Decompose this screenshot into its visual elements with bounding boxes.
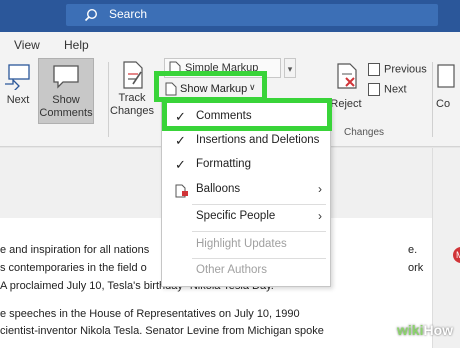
comment-bubble-icon [53,65,79,89]
menu-item-other-authors: Other Authors [196,264,267,276]
tab-help[interactable]: Help [64,38,89,52]
track-changes-label: Track Changes [110,92,155,117]
compare-icon [437,64,455,88]
document-line: cientist-inventor Nikola Tesla. Senator … [0,325,324,337]
document-line: e and inspiration for all nations [0,244,150,256]
next-comment-button[interactable]: Next [0,62,36,122]
menu-item-specific-people[interactable]: Specific People › [162,206,332,230]
next-comment-label: Next [6,94,30,106]
next-change-label: Next [384,83,407,96]
next-change-icon [368,83,380,96]
reject-icon [337,63,357,89]
search-icon [84,8,98,22]
document-line-tail: e. [408,244,418,256]
search-label: Search [109,7,148,21]
watermark-part1: wiki [397,322,424,338]
chevron-right-icon: › [318,182,322,196]
chevron-down-icon[interactable]: ▾ [284,58,296,78]
reject-button[interactable]: Reject [326,62,366,122]
next-comment-icon [5,64,30,90]
track-changes-button[interactable]: Track Changes [110,60,154,122]
tab-view[interactable]: View [14,38,40,52]
search-box[interactable]: Search [66,4,438,26]
previous-change-button[interactable]: Previous [368,63,427,76]
menu-item-balloons[interactable]: Balloons › [162,179,332,203]
menu-item-insertions-deletions[interactable]: ✓ Insertions and Deletions [162,130,332,154]
track-changes-icon [123,61,143,89]
chevron-right-icon: › [318,209,322,223]
show-comments-button[interactable]: Show Comments [38,58,94,124]
comments-highlight [162,98,332,131]
title-bar: Search [0,0,460,32]
menu-item-highlight-updates: Highlight Updates [196,238,287,250]
menu-separator [192,231,326,232]
compare-label: Co [436,98,451,110]
watermark-logo: wikiHow [397,322,453,338]
balloon-doc-icon [175,184,188,198]
menu-item-formatting[interactable]: ✓ Formatting [162,154,332,178]
menu-separator [192,204,326,205]
document-line-tail: ork [408,262,424,274]
previous-change-icon [368,63,380,76]
previous-change-label: Previous [384,63,427,76]
changes-group-label: Changes [344,127,385,138]
ribbon-separator [108,62,109,137]
document-line: e speeches in the House of Representativ… [0,308,300,320]
next-change-button[interactable]: Next [368,83,407,96]
watermark-part2: How [423,322,454,338]
compare-button[interactable]: Co [436,62,460,122]
show-comments-label: Show Comments [39,94,93,119]
reject-label: Reject [330,98,362,110]
checkmark-icon: ✓ [175,133,186,148]
checkmark-icon: ✓ [175,157,186,172]
document-line: s contemporaries in the field o [0,262,147,274]
ribbon-separator [432,62,433,137]
menu-separator [192,258,326,259]
